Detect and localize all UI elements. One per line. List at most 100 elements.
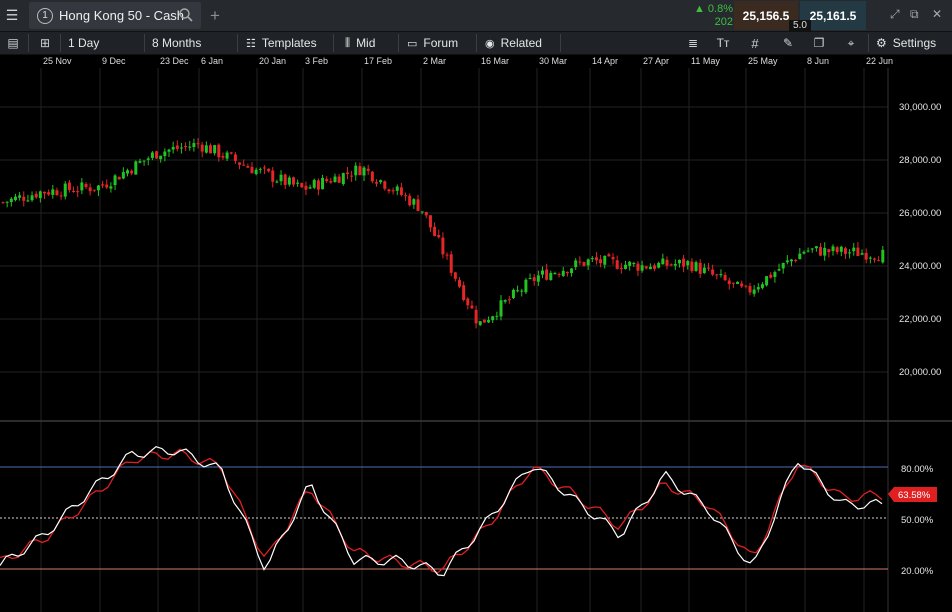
candle-body [51, 189, 55, 195]
candle-body [121, 172, 125, 179]
candle-body [873, 258, 876, 260]
oscillator-tick: 80.00% [901, 464, 934, 475]
candle-body [640, 265, 644, 271]
candle-body [117, 176, 121, 180]
oscillator-slow-line [0, 448, 883, 574]
oscillator-tick: 50.00% [901, 515, 934, 526]
candle-body [325, 179, 329, 182]
candle-body [574, 260, 578, 268]
candle-body [707, 267, 710, 269]
candle-body [632, 263, 636, 265]
price-tick: 30,000.00 [899, 102, 941, 113]
candle-body [43, 191, 46, 194]
candle-body [536, 275, 540, 282]
candle-body [316, 180, 320, 190]
candle-body [470, 305, 474, 309]
candle-body [267, 168, 271, 172]
candle-body [628, 261, 632, 266]
candle-body [304, 185, 308, 190]
candle-body [213, 145, 217, 154]
candle-body [420, 211, 424, 213]
candle-body [516, 290, 520, 292]
candle-body [18, 195, 22, 198]
candle-body [458, 280, 461, 287]
candle-body [225, 152, 229, 159]
oscillator-value-badge: 63.58% [888, 487, 937, 502]
candle-body [262, 167, 266, 169]
candlestick-series [1, 138, 885, 329]
candle-body [682, 258, 686, 267]
candle-body [814, 246, 818, 249]
candle-body [785, 260, 789, 263]
candle-body [565, 271, 569, 274]
candle-body [657, 262, 661, 268]
candle-body [673, 263, 677, 266]
candle-body [752, 289, 756, 294]
candle-body [781, 262, 785, 269]
candle-body [150, 152, 154, 159]
candle-body [748, 286, 752, 293]
candle-body [96, 185, 100, 191]
candle-body [366, 168, 370, 171]
candle-body [30, 195, 34, 201]
candle-body [644, 266, 648, 269]
candle-body [5, 201, 9, 203]
candle-body [428, 215, 432, 228]
chart-area[interactable]: 30,000.00 28,000.00 26,000.00 24,000.00 … [0, 0, 952, 612]
candle-body [790, 259, 793, 262]
candle-body [624, 264, 627, 269]
candle-body [686, 261, 690, 266]
candle-body [665, 259, 669, 266]
candle-body [503, 300, 507, 302]
candle-body [63, 183, 67, 197]
candle-body [283, 174, 287, 185]
candle-body [615, 260, 619, 269]
candle-body [520, 290, 524, 292]
candle-body [694, 262, 698, 271]
candle-body [312, 179, 316, 188]
candle-body [823, 247, 827, 256]
candle-body [570, 268, 574, 274]
candle-body [603, 255, 607, 265]
candle-body [362, 167, 366, 176]
candle-body [831, 246, 835, 252]
candle-body [238, 162, 242, 165]
candle-body [399, 187, 403, 195]
candle-body [229, 152, 233, 154]
candle-body [179, 147, 183, 149]
candle-body [495, 315, 499, 317]
candle-body [258, 168, 262, 170]
candle-body [209, 145, 212, 154]
candle-body [329, 181, 333, 183]
candle-body [155, 151, 159, 159]
candle-body [653, 265, 657, 269]
candle-body [740, 283, 744, 287]
candle-body [561, 270, 565, 276]
candle-body [462, 285, 466, 301]
candle-body [528, 277, 532, 279]
candle-body [92, 189, 96, 191]
candle-body [134, 161, 138, 175]
candle-body [391, 190, 395, 192]
candle-body [499, 300, 503, 317]
candle-body [856, 247, 860, 257]
candle-body [669, 264, 673, 266]
oscillator-value: 63.58% [898, 490, 931, 501]
candle-body [113, 175, 117, 186]
candle-body [196, 143, 200, 145]
candle-body [619, 267, 623, 270]
candle-body [171, 146, 175, 150]
price-tick: 26,000.00 [899, 208, 941, 219]
candle-body [67, 182, 71, 191]
candle-body [524, 279, 528, 293]
candle-body [126, 170, 129, 174]
candle-body [424, 211, 428, 216]
candle-body [279, 174, 283, 182]
candle-body [582, 262, 586, 266]
candle-body [769, 274, 773, 278]
candle-body [437, 235, 441, 238]
candle-body [860, 253, 864, 255]
candle-body [839, 246, 843, 252]
candle-body [599, 259, 603, 264]
candle-body [275, 181, 279, 183]
